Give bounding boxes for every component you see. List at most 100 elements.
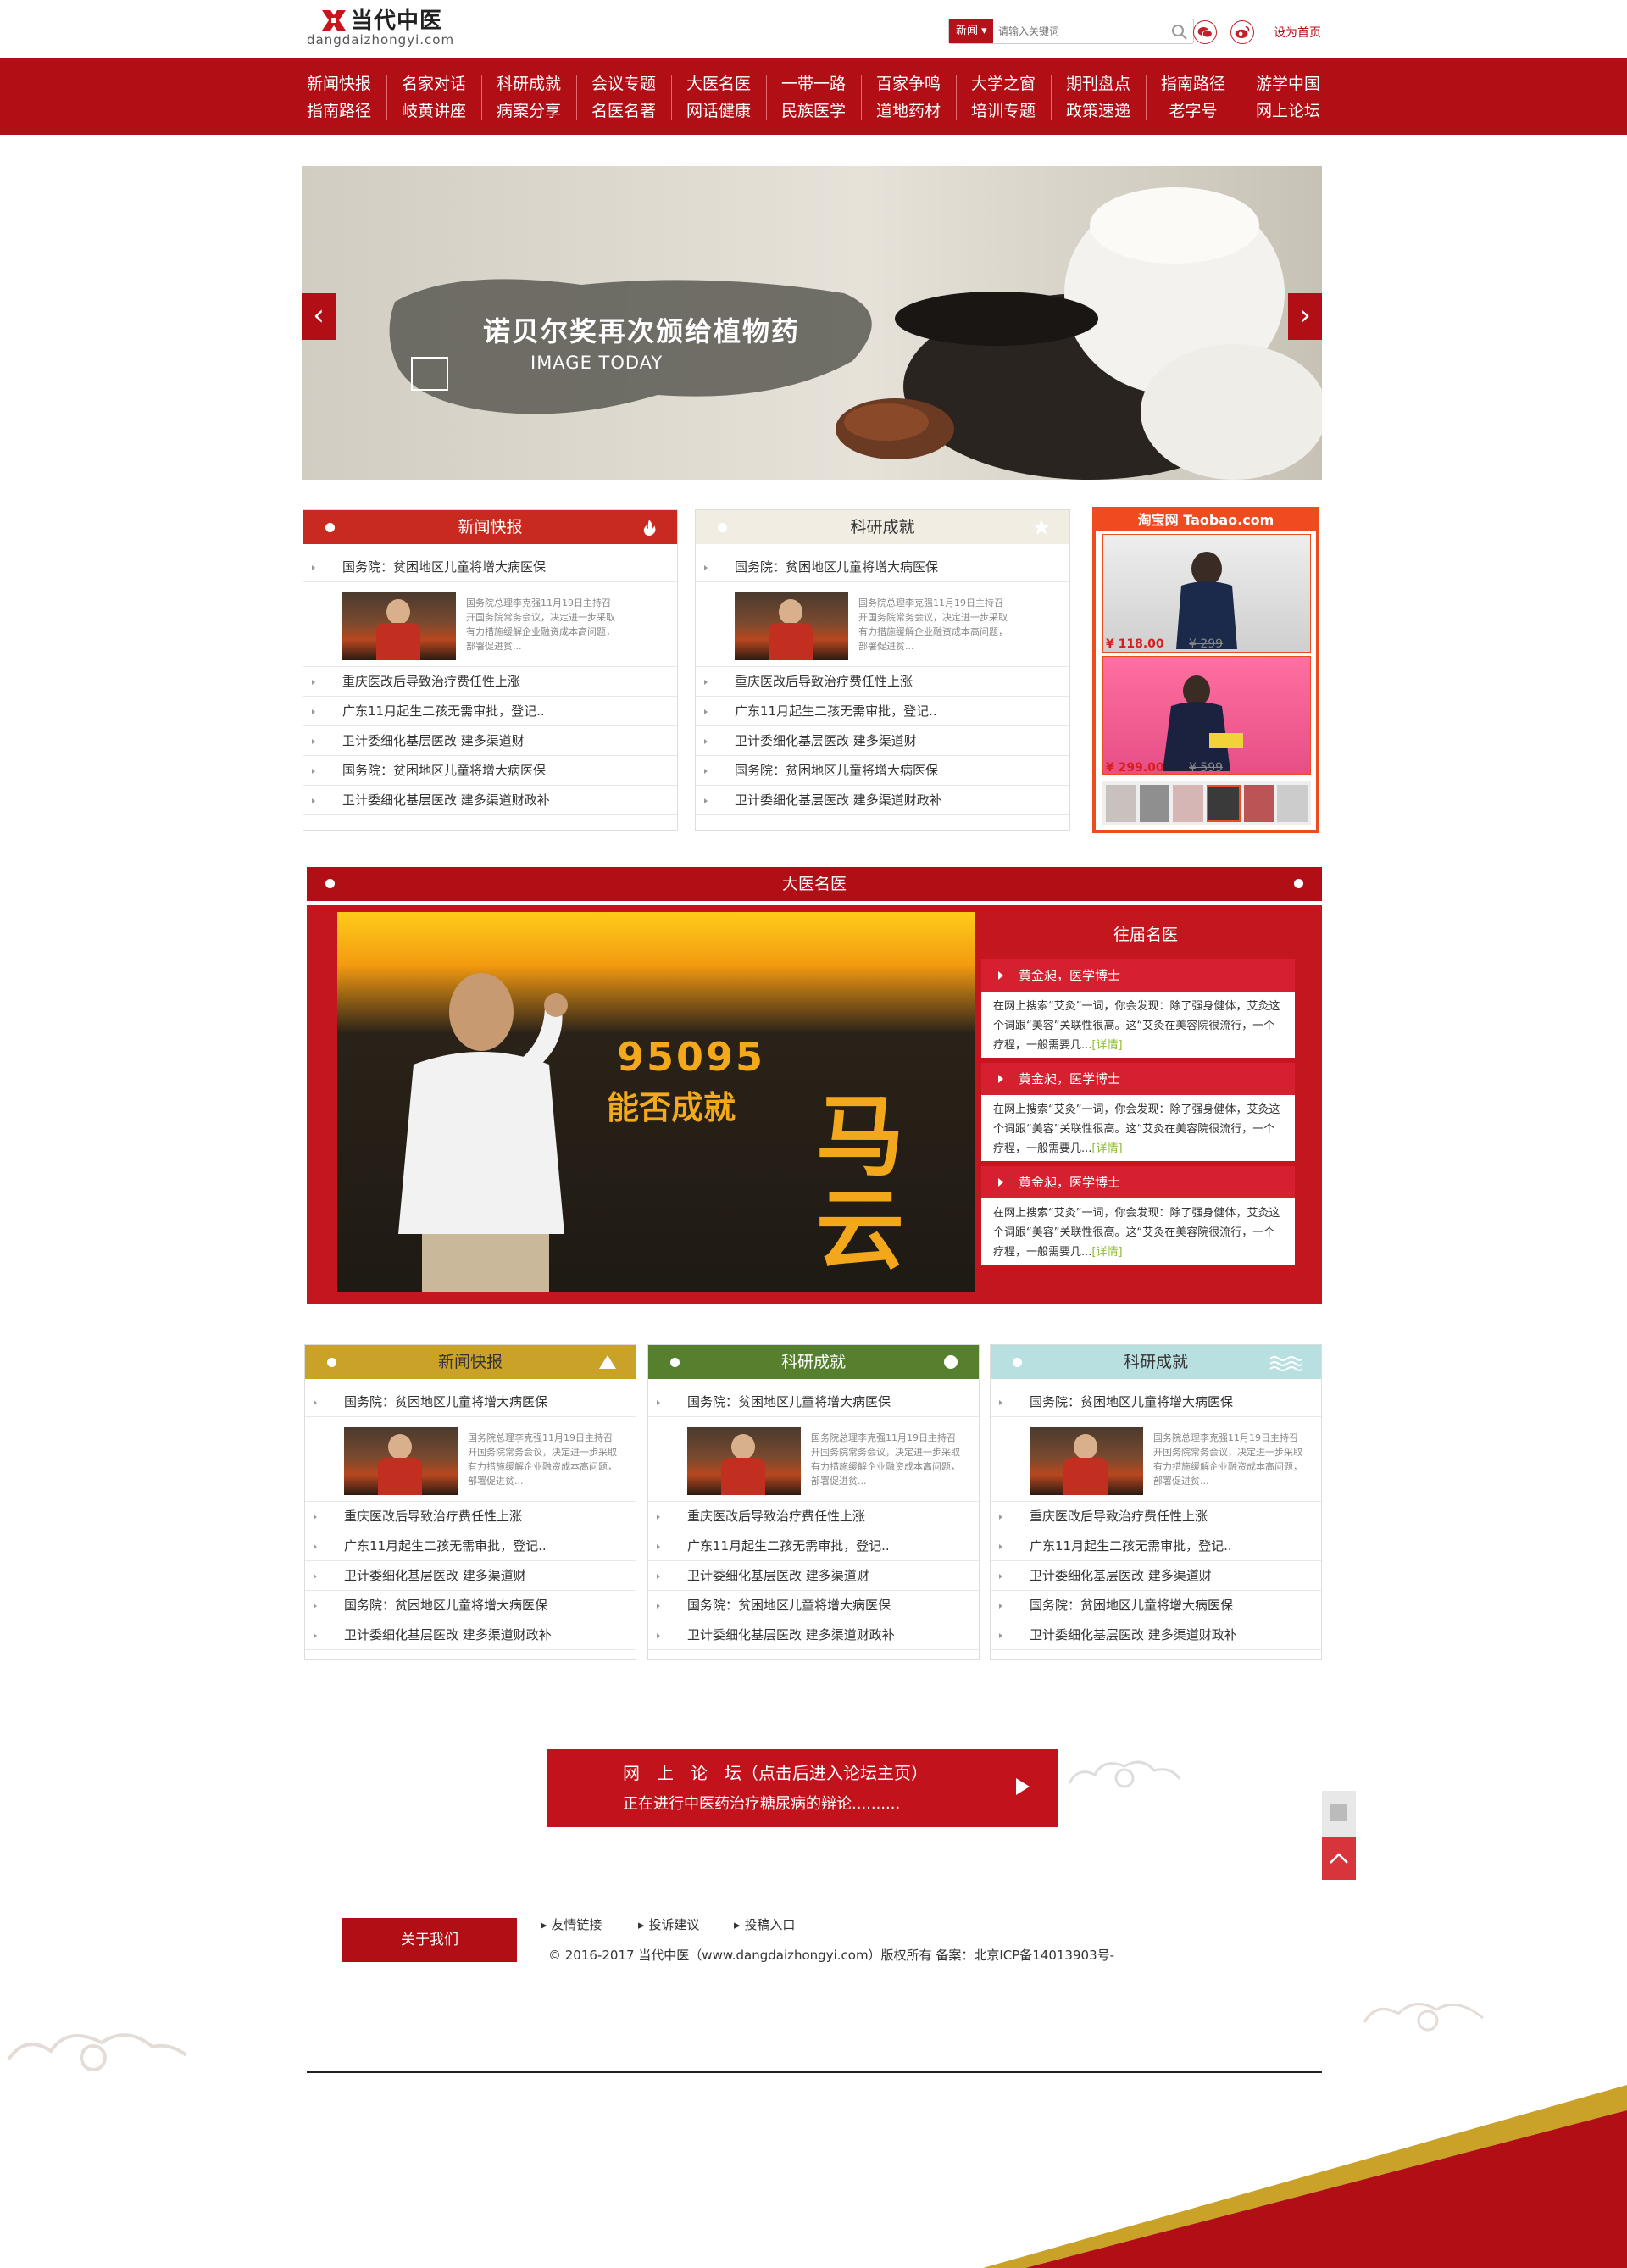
- news-thumbnail[interactable]: [342, 592, 456, 660]
- nav-item[interactable]: 指南路径: [1146, 70, 1241, 97]
- list-item[interactable]: 国务院：贫困地区儿童将增大病医保: [991, 1591, 1321, 1620]
- doctor-name[interactable]: 黄金昶，医学博士: [981, 959, 1295, 992]
- hero-banner[interactable]: 诺贝尔奖再次颁给植物药 IMAGE TODAY ‹ ›: [302, 166, 1322, 480]
- nav-item[interactable]: 病案分享: [481, 97, 576, 125]
- product-image[interactable]: [1102, 534, 1311, 653]
- banner-prev-button[interactable]: ‹: [302, 293, 336, 340]
- news-box-title[interactable]: 新闻快报: [458, 518, 522, 536]
- nav-item[interactable]: 游学中国: [1241, 70, 1335, 97]
- section-title[interactable]: 大医名医: [782, 875, 847, 893]
- list-item[interactable]: 广东11月起生二孩无需审批，登记..: [696, 697, 1069, 726]
- featured-doctor-poster[interactable]: 95095 能否成就 马云: [337, 912, 975, 1292]
- list-item[interactable]: 卫计委细化基层医改 建多渠道财政补: [696, 786, 1069, 815]
- news-thumbnail[interactable]: [1030, 1427, 1143, 1495]
- list-item[interactable]: 卫计委细化基层医改 建多渠道财: [303, 726, 677, 756]
- list-item[interactable]: 国务院：贫困地区儿童将增大病医保: [991, 1387, 1321, 1417]
- nav-item[interactable]: 百家争鸣: [861, 70, 956, 97]
- doctor-item[interactable]: 黄金昶，医学博士 在网上搜索“艾灸”一词，你会发现：除了强身健体，艾灸这个词跟“…: [981, 1063, 1295, 1161]
- nav-item[interactable]: 科研成就: [481, 70, 576, 97]
- nav-item[interactable]: 名家对话: [386, 70, 481, 97]
- list-item[interactable]: 卫计委细化基层医改 建多渠道财政补: [648, 1620, 979, 1650]
- news-feature[interactable]: 国务院总理李克强11月19日主持召开国务院常务会议，决定进一步采取有力措施缓解企…: [991, 1417, 1321, 1502]
- news-feature[interactable]: 国务院总理李克强11月19日主持召开国务院常务会议，决定进一步采取有力措施缓解企…: [696, 582, 1069, 667]
- play-arrow-icon[interactable]: [1016, 1778, 1030, 1795]
- news-thumbnail[interactable]: [735, 592, 848, 660]
- list-item[interactable]: 国务院：贫困地区儿童将增大病医保: [696, 756, 1069, 786]
- nav-item[interactable]: 道地药材: [861, 97, 956, 125]
- nav-item[interactable]: 民族医学: [766, 97, 861, 125]
- nav-item[interactable]: 老字号: [1146, 97, 1241, 125]
- nav-item[interactable]: 培训专题: [956, 97, 1051, 125]
- nav-item[interactable]: 大医名医: [671, 70, 766, 97]
- news-thumbnail[interactable]: [687, 1427, 801, 1495]
- news-feature[interactable]: 国务院总理李克强11月19日主持召开国务院常务会议，决定进一步采取有力措施缓解企…: [648, 1417, 979, 1502]
- doctor-name[interactable]: 黄金昶，医学博士: [981, 1063, 1295, 1095]
- details-link[interactable]: [详情]: [1091, 1142, 1122, 1155]
- nav-item[interactable]: 网话健康: [671, 97, 766, 125]
- nav-item[interactable]: 大学之窗: [956, 70, 1051, 97]
- list-item[interactable]: 国务院：贫困地区儿童将增大病医保: [696, 553, 1069, 582]
- footer-link[interactable]: ▸ 投诉建议: [638, 1915, 699, 1933]
- list-item[interactable]: 重庆医改后导致治疗费任性上涨: [991, 1502, 1321, 1531]
- list-item[interactable]: 国务院：贫困地区儿童将增大病医保: [305, 1591, 636, 1620]
- doctor-item[interactable]: 黄金昶，医学博士 在网上搜索“艾灸”一词，你会发现：除了强身健体，艾灸这个词跟“…: [981, 959, 1295, 1058]
- news-feature[interactable]: 国务院总理李克强11月19日主持召开国务院常务会议，决定进一步采取有力措施缓解企…: [305, 1417, 636, 1502]
- nav-item[interactable]: 一带一路: [766, 70, 861, 97]
- news-box-title[interactable]: 科研成就: [1124, 1353, 1188, 1371]
- list-item[interactable]: 卫计委细化基层医改 建多渠道财政补: [305, 1620, 636, 1650]
- nav-item[interactable]: 期刊盘点: [1051, 70, 1146, 97]
- about-us-button[interactable]: 关于我们: [342, 1918, 517, 1962]
- details-link[interactable]: [详情]: [1091, 1246, 1122, 1259]
- footer-link[interactable]: ▸ 友情链接: [541, 1915, 602, 1933]
- list-item[interactable]: 重庆医改后导致治疗费任性上涨: [696, 667, 1069, 697]
- news-box-title[interactable]: 科研成就: [781, 1353, 846, 1371]
- list-item[interactable]: 重庆医改后导致治疗费任性上涨: [303, 667, 677, 697]
- back-to-top-button[interactable]: [1322, 1837, 1356, 1880]
- list-item[interactable]: 广东11月起生二孩无需审批，登记..: [303, 697, 677, 726]
- banner-next-button[interactable]: ›: [1288, 293, 1322, 340]
- list-item[interactable]: 国务院：贫困地区儿童将增大病医保: [648, 1387, 979, 1417]
- list-item[interactable]: 广东11月起生二孩无需审批，登记..: [991, 1531, 1321, 1561]
- news-box-title[interactable]: 科研成就: [850, 518, 914, 536]
- nav-item[interactable]: 网上论坛: [1241, 97, 1335, 125]
- product-thumbnails[interactable]: [1102, 781, 1311, 825]
- nav-item[interactable]: 新闻快报: [292, 70, 386, 97]
- doctor-item[interactable]: 黄金昶，医学博士 在网上搜索“艾灸”一词，你会发现：除了强身健体，艾灸这个词跟“…: [981, 1166, 1295, 1265]
- list-item[interactable]: 国务院：贫困地区儿童将增大病医保: [303, 553, 677, 582]
- logo-text[interactable]: 当代中医: [351, 3, 442, 35]
- list-item[interactable]: 卫计委细化基层医改 建多渠道财: [305, 1561, 636, 1591]
- list-item[interactable]: 卫计委细化基层医改 建多渠道财: [648, 1561, 979, 1591]
- footer-link[interactable]: ▸ 投稿入口: [734, 1915, 795, 1933]
- doctor-name[interactable]: 黄金昶，医学博士: [981, 1166, 1295, 1198]
- details-link[interactable]: [详情]: [1091, 1039, 1122, 1052]
- list-item[interactable]: 重庆医改后导致治疗费任性上涨: [648, 1502, 979, 1531]
- list-item[interactable]: 卫计委细化基层医改 建多渠道财: [696, 726, 1069, 756]
- taobao-ad[interactable]: 淘宝网 Taobao.com ¥ 118.00 ¥ 299 ¥ 299.00 ¥…: [1092, 507, 1319, 833]
- search-input[interactable]: [998, 22, 1155, 41]
- search-icon[interactable]: [1171, 24, 1188, 41]
- forum-banner[interactable]: 网 上 论 坛（点击后进入论坛主页） 正在进行中医药治疗糖尿病的辩论......…: [547, 1749, 1058, 1827]
- list-item[interactable]: 国务院：贫困地区儿童将增大病医保: [303, 756, 677, 786]
- weibo-icon[interactable]: [1230, 20, 1254, 44]
- search-category-select[interactable]: 新闻 ▾: [949, 19, 993, 43]
- list-item[interactable]: 广东11月起生二孩无需审批，登记..: [305, 1531, 636, 1561]
- qr-code-button[interactable]: [1322, 1791, 1356, 1837]
- list-item[interactable]: 卫计委细化基层医改 建多渠道财: [991, 1561, 1321, 1591]
- news-thumbnail[interactable]: [344, 1427, 458, 1495]
- nav-item[interactable]: 岐黄讲座: [386, 97, 481, 125]
- list-item[interactable]: 国务院：贫困地区儿童将增大病医保: [305, 1387, 636, 1417]
- nav-item[interactable]: 名医名著: [576, 97, 671, 125]
- list-item[interactable]: 重庆医改后导致治疗费任性上涨: [305, 1502, 636, 1531]
- nav-item[interactable]: 指南路径: [292, 97, 386, 125]
- list-item[interactable]: 卫计委细化基层医改 建多渠道财政补: [991, 1620, 1321, 1650]
- list-item[interactable]: 广东11月起生二孩无需审批，登记..: [648, 1531, 979, 1561]
- nav-item[interactable]: 会议专题: [576, 70, 671, 97]
- nav-item[interactable]: 政策速递: [1051, 97, 1146, 125]
- news-box-title[interactable]: 新闻快报: [438, 1353, 503, 1371]
- list-item[interactable]: 国务院：贫困地区儿童将增大病医保: [648, 1591, 979, 1620]
- list-item[interactable]: 卫计委细化基层医改 建多渠道财政补: [303, 786, 677, 815]
- news-feature[interactable]: 国务院总理李克强11月19日主持召开国务院常务会议，决定进一步采取有力措施缓解企…: [303, 582, 677, 667]
- wechat-icon[interactable]: [1193, 20, 1217, 44]
- product-image[interactable]: [1102, 656, 1311, 775]
- set-homepage-link[interactable]: 设为首页: [1274, 24, 1321, 41]
